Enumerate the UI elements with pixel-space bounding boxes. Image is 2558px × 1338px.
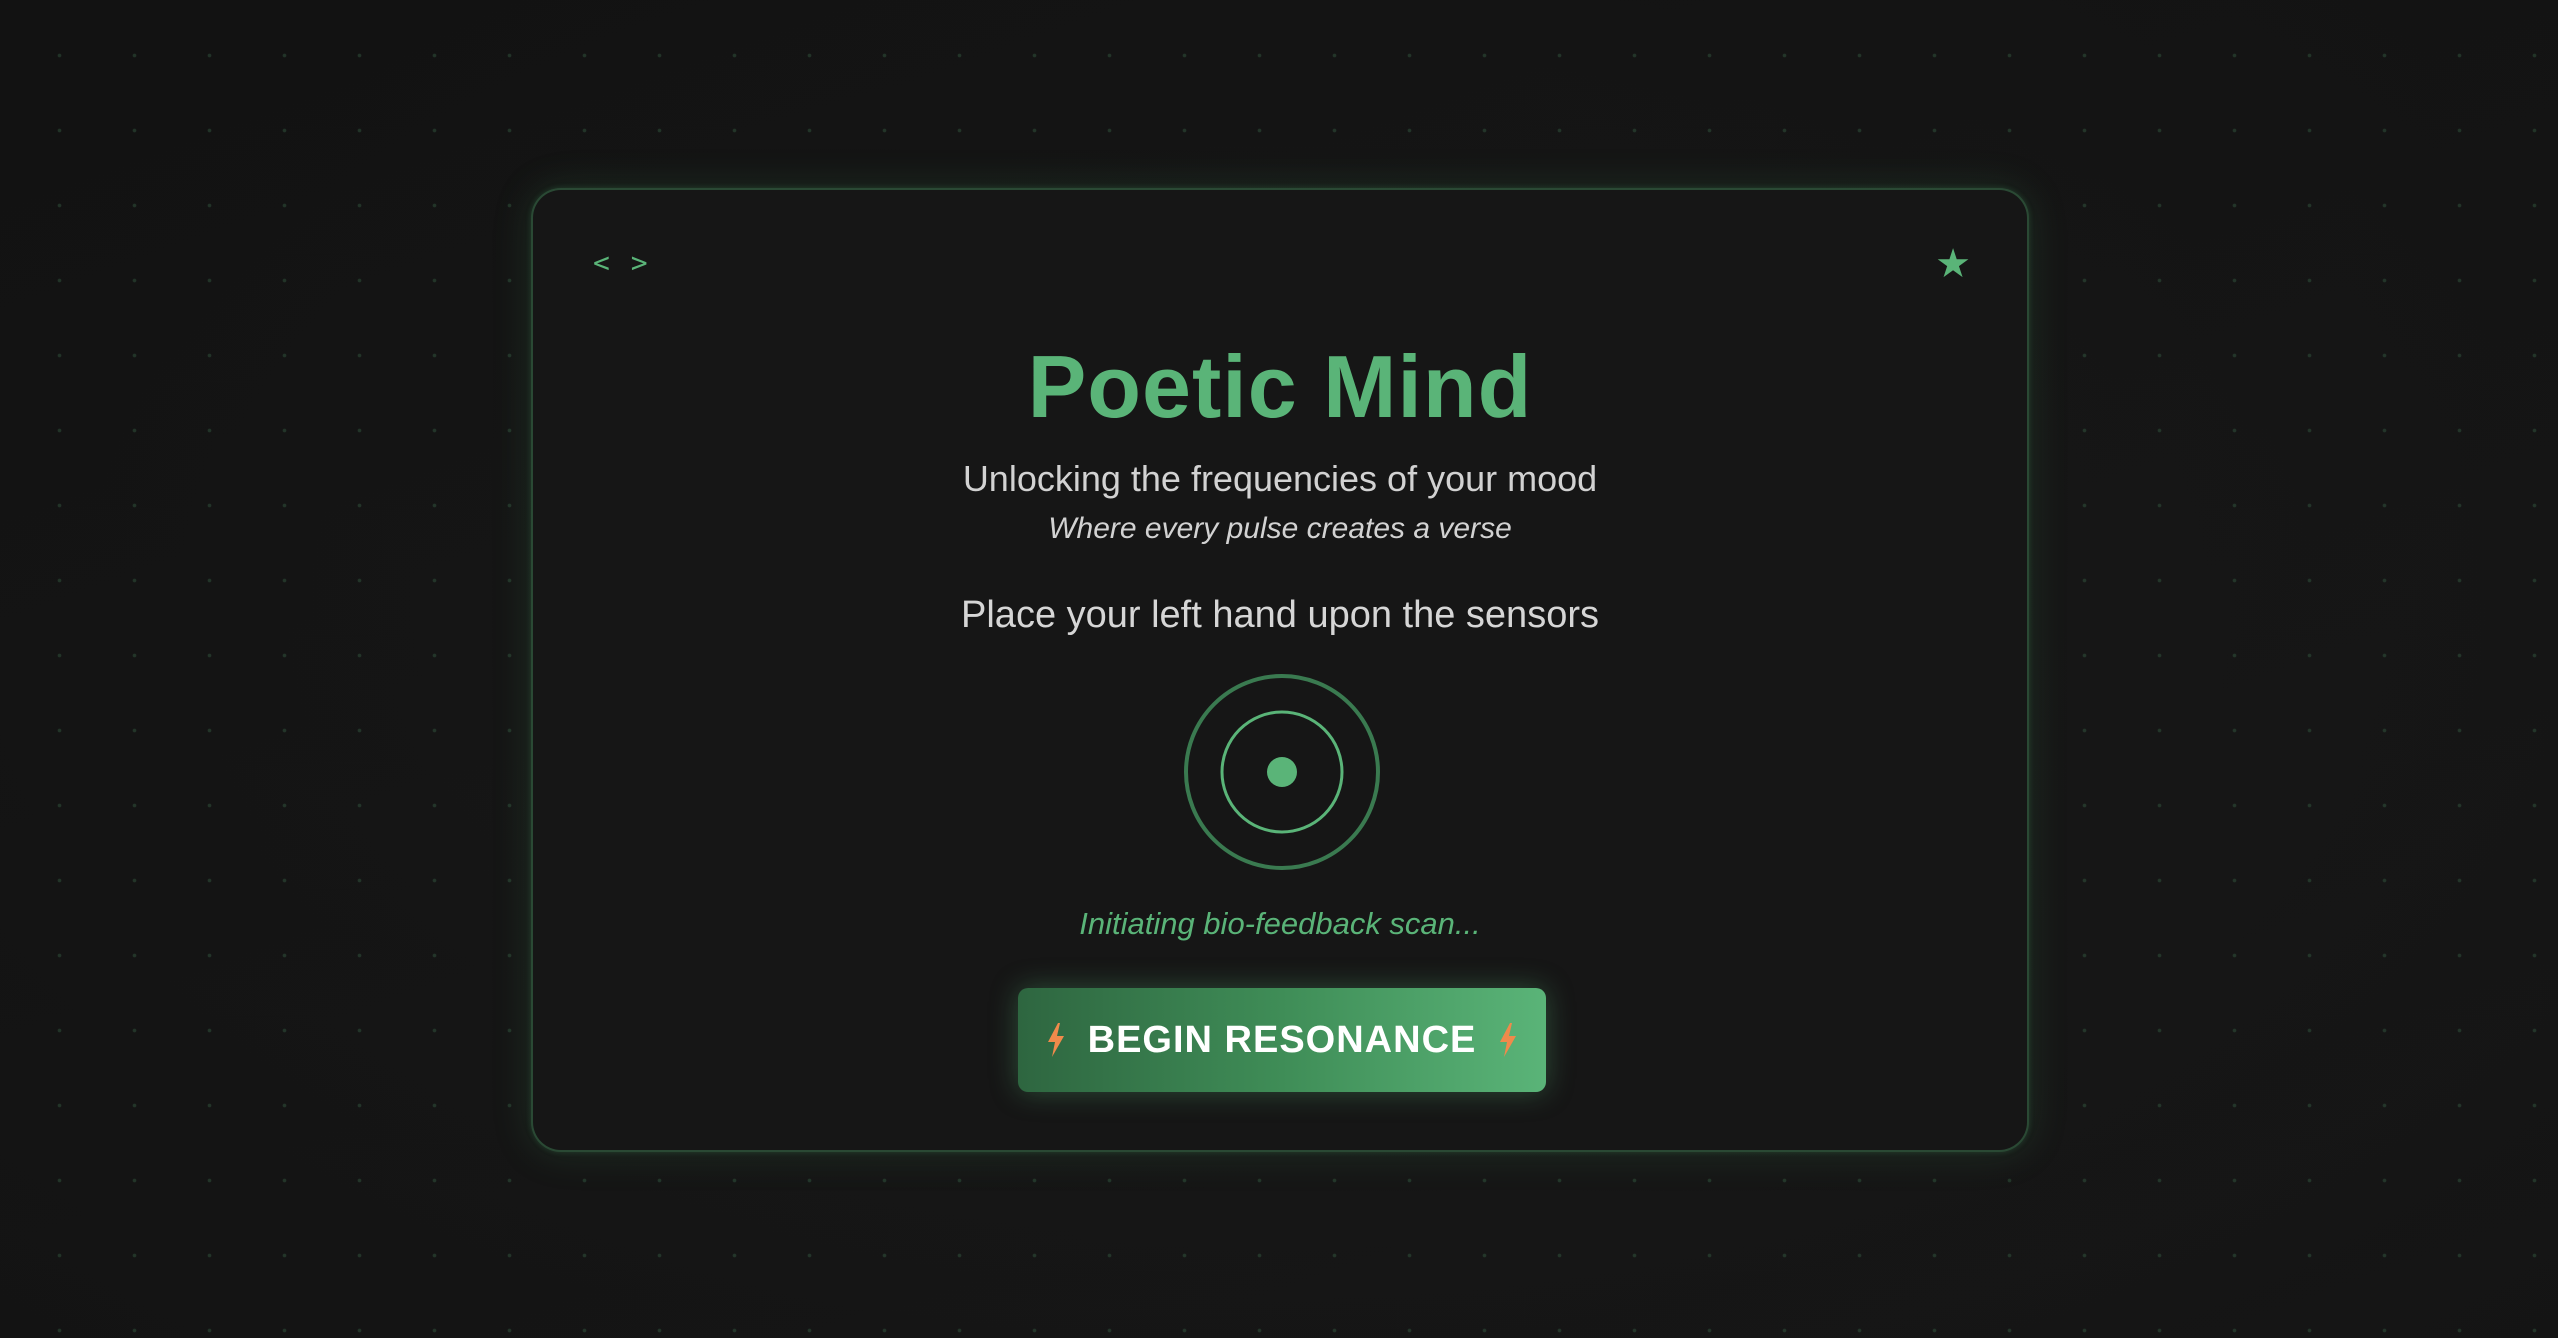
code-brackets-icon: < > [593,246,650,279]
instruction-text: Place your left hand upon the sensors [961,594,1599,636]
scan-status-text: Initiating bio-feedback scan... [1079,906,1481,941]
main-card: < > ★ Poetic Mind Unlocking the frequenc… [531,188,2029,1152]
page: < > ★ Poetic Mind Unlocking the frequenc… [0,0,2558,1338]
sensor-core-dot [1267,757,1297,787]
page-title: Poetic Mind [1027,337,1533,436]
tagline: Where every pulse creates a verse [1048,512,1512,545]
lightning-bolt-icon [1047,1023,1064,1057]
sensor-pulse-icon [1184,674,1380,870]
lightning-bolt-icon [1500,1023,1517,1057]
begin-resonance-button[interactable]: BEGIN RESONANCE [1018,988,1546,1092]
begin-resonance-label: BEGIN RESONANCE [1087,1018,1477,1061]
star-icon[interactable]: ★ [1935,244,1971,284]
subtitle: Unlocking the frequencies of your mood [962,458,1598,499]
